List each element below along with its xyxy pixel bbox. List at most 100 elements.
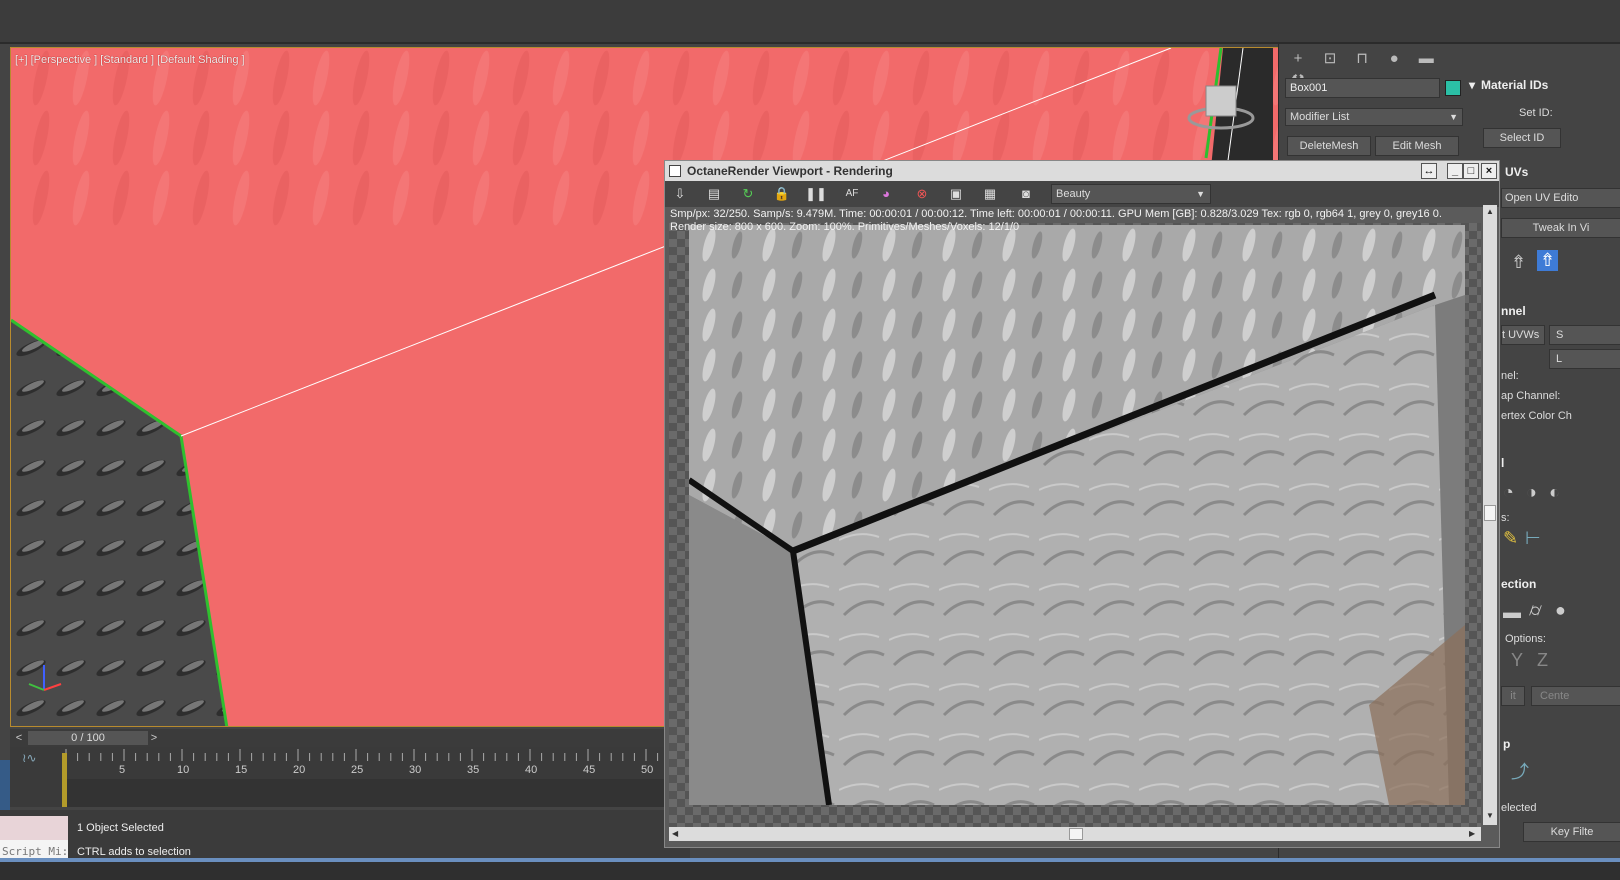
render-pass-dropdown[interactable]: Beauty ▼ xyxy=(1051,184,1211,204)
select-id-button[interactable]: Select ID xyxy=(1483,128,1561,148)
close-button[interactable]: × xyxy=(1481,163,1497,179)
wrap-tool-icon[interactable]: ◑ xyxy=(1526,482,1537,503)
camera-icon[interactable]: ◙ xyxy=(1015,184,1037,204)
rendered-image xyxy=(689,225,1465,805)
timeline-tick-label: 45 xyxy=(583,764,596,776)
bottom-bar xyxy=(0,862,1620,880)
channel-l-button[interactable]: L xyxy=(1549,349,1620,369)
selection-status: 1 Object Selected xyxy=(77,822,164,834)
image-settings-icon[interactable]: ▦ xyxy=(979,184,1001,204)
lock-icon[interactable]: 🔒 xyxy=(771,184,793,204)
sphere-tool-icon[interactable]: ◔ xyxy=(1503,482,1514,503)
peel-active-icon[interactable]: ⇮ xyxy=(1537,250,1559,271)
object-name-field[interactable]: Box001 xyxy=(1285,78,1440,98)
display-settings-icon[interactable]: ▣ xyxy=(945,184,967,204)
map-channel-radio[interactable]: ap Channel: xyxy=(1501,390,1560,402)
loop-tool-icon[interactable]: ◐ xyxy=(1549,482,1560,503)
set-id-label: Set ID: xyxy=(1519,107,1553,119)
spherical-map-icon[interactable]: ● xyxy=(1555,600,1566,621)
horizontal-scroll-thumb[interactable] xyxy=(1069,828,1083,840)
reset-uvws-button[interactable]: t UVWs xyxy=(1501,325,1545,345)
maximize-button[interactable]: □ xyxy=(1463,163,1479,179)
scroll-left-icon[interactable]: ◀ xyxy=(672,829,678,838)
selected-label: elected xyxy=(1501,802,1537,814)
timeline-tick-label: 35 xyxy=(467,764,480,776)
clipboard-icon[interactable]: ▤ xyxy=(703,184,725,204)
main-toolbar xyxy=(0,0,1620,44)
material-ids-title[interactable]: Material IDs xyxy=(1481,78,1548,92)
align-z-button[interactable]: Z xyxy=(1537,650,1548,671)
horizontal-scrollbar[interactable]: ◀ ▶ xyxy=(669,827,1481,841)
maxscript-listener[interactable]: Script Mi: xyxy=(0,816,68,864)
display-tab-icon[interactable]: ▬ xyxy=(1413,48,1439,70)
align-y-button[interactable]: Y xyxy=(1511,650,1523,671)
octane-title-bar[interactable]: OctaneRender Viewport - Rendering ↔ _ □ … xyxy=(665,161,1499,181)
scroll-right-icon[interactable]: ▶ xyxy=(1469,829,1475,838)
wrap-title[interactable]: p xyxy=(1503,737,1510,751)
vertical-scrollbar[interactable]: ▲ ▼ xyxy=(1483,205,1497,825)
render-stats-line2: Render size: 800 x 600. Zoom: 100%. Prim… xyxy=(670,221,1020,233)
fit-button[interactable]: it xyxy=(1501,686,1525,706)
open-uv-editor-button[interactable]: Open UV Edito xyxy=(1501,188,1620,208)
edit-mesh-button[interactable]: Edit Mesh xyxy=(1375,136,1459,156)
planar-map-icon[interactable]: ▬ xyxy=(1503,602,1521,623)
create-tab-icon[interactable]: + xyxy=(1285,48,1311,70)
frame-counter[interactable]: 0 / 100 xyxy=(28,731,148,745)
restart-render-icon[interactable]: ↻ xyxy=(737,184,759,204)
peel-icon[interactable]: ⇮ xyxy=(1511,252,1526,273)
projection-title[interactable]: ection xyxy=(1501,577,1536,591)
channel-s-button[interactable]: S xyxy=(1549,325,1620,345)
section-l-title[interactable]: l xyxy=(1501,456,1504,470)
color-picker-icon[interactable]: ◕ xyxy=(875,184,897,204)
timeline-tick-label: 40 xyxy=(525,764,538,776)
channel-title[interactable]: nnel xyxy=(1501,304,1526,318)
viewport-label[interactable]: [+] [Perspective ] [Standard ] [Default … xyxy=(15,54,245,66)
modifier-list-dropdown[interactable]: Modifier List ▼ xyxy=(1285,108,1463,126)
center-button[interactable]: Cente xyxy=(1531,686,1620,706)
command-panel-tabs: + ⊡ ⊓ ● ▬ ⚒ xyxy=(1285,48,1465,89)
timeline-tick-label: 15 xyxy=(235,764,248,776)
minimize-button[interactable]: _ xyxy=(1447,163,1463,179)
octane-render-window[interactable]: OctaneRender Viewport - Rendering ↔ _ □ … xyxy=(664,160,1500,848)
channel-label: nel: xyxy=(1501,370,1519,382)
key-area[interactable] xyxy=(62,779,690,807)
time-slider[interactable]: < 0 / 100 > xyxy=(10,729,690,747)
resize-button[interactable]: ↔ xyxy=(1421,163,1437,179)
rollout-arrow-icon[interactable]: ▾ xyxy=(1469,78,1475,92)
spline-map-icon[interactable]: ⤴ xyxy=(1511,758,1529,784)
octane-app-icon xyxy=(669,165,681,177)
s-label: s: xyxy=(1501,512,1510,524)
af-focus-icon[interactable]: AF xyxy=(841,184,863,204)
track-bar[interactable]: ≀∿ 5 10 15 20 25 30 35 40 45 50 xyxy=(10,747,690,807)
pause-icon[interactable]: ❚❚ xyxy=(805,184,827,204)
pencil-icon[interactable]: ✎ xyxy=(1503,528,1518,549)
next-frame-button[interactable]: > xyxy=(147,731,161,745)
motion-tab-icon[interactable]: ● xyxy=(1381,48,1407,70)
chevron-down-icon: ▼ xyxy=(1449,112,1458,122)
scroll-down-icon[interactable]: ▼ xyxy=(1486,811,1494,820)
uvs-title[interactable]: UVs xyxy=(1505,165,1528,179)
current-frame-marker[interactable] xyxy=(62,753,67,807)
save-render-icon[interactable]: ⇩ xyxy=(669,184,691,204)
vertex-color-channel-radio[interactable]: ertex Color Ch xyxy=(1501,410,1572,422)
timeline-ruler[interactable] xyxy=(62,749,690,777)
hierarchy-tab-icon[interactable]: ⊓ xyxy=(1349,48,1375,70)
prev-frame-button[interactable]: < xyxy=(12,731,26,745)
tweak-in-view-button[interactable]: Tweak In Vi xyxy=(1501,218,1620,238)
object-color-swatch[interactable] xyxy=(1445,80,1461,96)
key-filters-button[interactable]: Key Filte xyxy=(1523,822,1620,842)
cylindrical-map-icon[interactable]: ⌭ xyxy=(1529,600,1542,621)
timeline-tick-label: 50 xyxy=(641,764,654,776)
region-render-icon[interactable]: ⊗ xyxy=(911,184,933,204)
render-canvas[interactable] xyxy=(669,223,1481,827)
render-stats: Smp/px: 32/250. Samp/s: 9.479M. Time: 00… xyxy=(670,208,1470,234)
timeline-tick-label: 30 xyxy=(409,764,422,776)
axis-tripod-icon xyxy=(28,665,62,691)
seam-icon[interactable]: ⊢ xyxy=(1525,528,1541,549)
vertical-scroll-thumb[interactable] xyxy=(1484,505,1496,521)
delete-mesh-button[interactable]: DeleteMesh xyxy=(1287,136,1371,156)
scroll-up-icon[interactable]: ▲ xyxy=(1486,207,1494,216)
modify-tab-icon[interactable]: ⊡ xyxy=(1317,48,1343,70)
options-label: Options: xyxy=(1505,633,1546,645)
curve-editor-icon[interactable]: ≀∿ xyxy=(22,751,37,765)
